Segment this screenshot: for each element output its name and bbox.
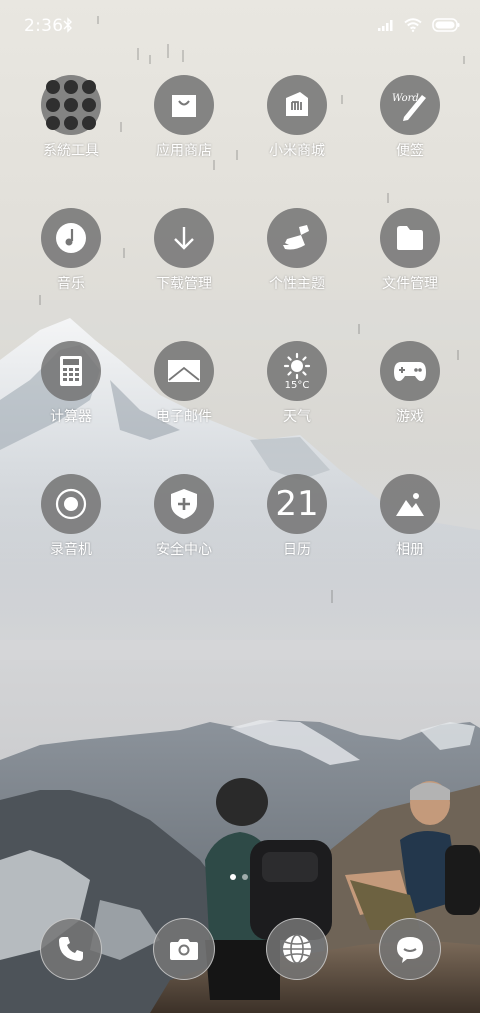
app-label: 个性主题 xyxy=(269,276,325,292)
app-music[interactable]: 音乐 xyxy=(16,208,126,293)
page-indicator[interactable] xyxy=(230,874,248,880)
app-label: 应用商店 xyxy=(156,143,212,159)
dock-browser[interactable] xyxy=(266,918,328,980)
signal-icon xyxy=(378,20,393,31)
calendar-icon: 21 xyxy=(267,474,327,534)
gallery-icon xyxy=(380,474,440,534)
file-folder-icon xyxy=(380,208,440,268)
security-shield-icon xyxy=(154,474,214,534)
app-email[interactable]: 电子邮件 xyxy=(129,341,239,426)
notes-icon-text: Word xyxy=(392,93,419,104)
app-label: 便签 xyxy=(396,143,424,159)
calculator-icon xyxy=(41,341,101,401)
camera-icon xyxy=(170,939,198,960)
page-dot-2[interactable] xyxy=(242,874,248,880)
status-time: 2:36 xyxy=(24,16,64,36)
app-label: 天气 xyxy=(283,409,311,425)
app-themes[interactable]: 个性主题 xyxy=(242,208,352,293)
app-download-manager[interactable]: 下载管理 xyxy=(129,208,239,293)
mi-store-icon xyxy=(267,75,327,135)
app-label: 录音机 xyxy=(50,542,92,558)
app-notes[interactable]: Word 便签 xyxy=(355,75,465,160)
phone-icon xyxy=(59,937,83,961)
app-recorder[interactable]: 录音机 xyxy=(16,474,126,559)
notes-pen-icon: Word xyxy=(380,75,440,135)
app-label: 系統工具 xyxy=(43,143,99,159)
app-security-center[interactable]: 安全中心 xyxy=(129,474,239,559)
app-label: 计算器 xyxy=(50,409,92,425)
browser-icon xyxy=(283,934,311,964)
page-dot-1[interactable] xyxy=(230,874,236,880)
app-system-tools[interactable]: 系統工具 xyxy=(16,75,126,160)
status-bar: 2:36 xyxy=(0,0,480,52)
app-label: 下载管理 xyxy=(156,276,212,292)
status-icons xyxy=(378,17,460,33)
wifi-icon xyxy=(404,18,422,32)
music-icon xyxy=(41,208,101,268)
dock-phone[interactable] xyxy=(40,918,102,980)
app-label: 日历 xyxy=(283,542,311,558)
download-icon xyxy=(154,208,214,268)
folder-icon xyxy=(41,75,101,135)
messages-icon xyxy=(397,937,423,963)
calendar-date: 21 xyxy=(275,484,319,524)
weather-sun-icon: 15°C xyxy=(267,341,327,401)
bluetooth-icon xyxy=(63,17,72,33)
dock-messages[interactable] xyxy=(379,918,441,980)
app-gallery[interactable]: 相册 xyxy=(355,474,465,559)
theme-brush-icon xyxy=(267,208,327,268)
weather-temperature: 15°C xyxy=(284,379,310,391)
app-label: 安全中心 xyxy=(156,542,212,558)
shopping-bag-icon xyxy=(154,75,214,135)
recorder-icon xyxy=(41,474,101,534)
dock-camera[interactable] xyxy=(153,918,215,980)
app-label: 相册 xyxy=(396,542,424,558)
app-app-store[interactable]: 应用商店 xyxy=(129,75,239,160)
app-calculator[interactable]: 计算器 xyxy=(16,341,126,426)
email-icon xyxy=(154,341,214,401)
app-label: 文件管理 xyxy=(382,276,438,292)
app-label: 小米商城 xyxy=(269,143,325,159)
app-mi-store[interactable]: 小米商城 xyxy=(242,75,352,160)
app-label: 电子邮件 xyxy=(156,409,212,425)
app-label: 音乐 xyxy=(57,276,85,292)
app-weather[interactable]: 15°C 天气 xyxy=(242,341,352,426)
app-label: 游戏 xyxy=(396,409,424,425)
battery-icon xyxy=(432,18,460,32)
gamepad-icon xyxy=(380,341,440,401)
app-file-manager[interactable]: 文件管理 xyxy=(355,208,465,293)
app-calendar[interactable]: 21 日历 xyxy=(242,474,352,559)
app-games[interactable]: 游戏 xyxy=(355,341,465,426)
